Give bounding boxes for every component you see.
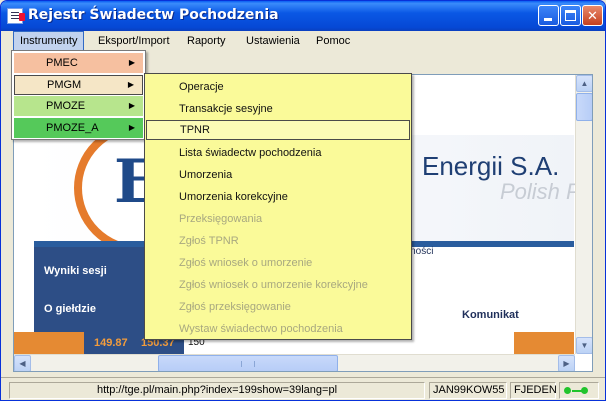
window-title: Rejestr Świadectw Pochodzenia <box>28 7 279 23</box>
menu-eksport-import[interactable]: Eksport/Import <box>92 31 176 51</box>
status-user-name: FJEDEN <box>510 382 557 399</box>
menu-pomoc[interactable]: Pomoc <box>310 31 356 51</box>
maximize-icon <box>565 10 576 21</box>
title-bar[interactable]: Rejestr Świadectw Pochodzenia ✕ <box>1 1 605 31</box>
submenu-arrow-icon: ▶ <box>128 58 135 67</box>
menu-raporty[interactable]: Raporty <box>181 31 232 51</box>
nav-wyniki-sesji[interactable]: Wyniki sesji <box>44 265 107 277</box>
close-icon: ✕ <box>587 8 598 23</box>
menu-item-pmgm[interactable]: PMGM ▶ <box>14 75 143 95</box>
company-name: Energii S.A. <box>422 151 560 181</box>
status-user-code: JAN99KOW55 <box>429 382 507 399</box>
menu-bar: Instrumenty Eksport/Import Raporty Ustaw… <box>1 31 605 51</box>
quote-strip-right <box>514 332 574 354</box>
menu-item-umorzenia-korekcyjne[interactable]: Umorzenia korekcyjne <box>146 187 410 207</box>
menu-item-transakcje-sesyjne[interactable]: Transakcje sesyjne <box>146 99 410 119</box>
quote-value: 149.87 <box>94 337 128 349</box>
menu-item-pmec[interactable]: PMEC ▶ <box>14 53 143 73</box>
menu-item-zglos-wniosek-korekcyjne: Zgłoś wniosek o umorzenie korekcyjne <box>179 279 368 291</box>
grip-icon <box>241 361 255 367</box>
menu-item-pmoze-a[interactable]: PMOZE_A ▶ <box>14 118 143 138</box>
minimize-button[interactable] <box>538 5 559 26</box>
komunikat-heading: Komunikat <box>462 309 519 321</box>
scroll-down-button[interactable]: ▼ <box>576 337 592 354</box>
menu-item-wystaw-swiadectwo: Wystaw świadectwo pochodzenia <box>179 323 343 335</box>
status-bar: http://tge.pl/main.php?index=199show=39l… <box>1 377 605 400</box>
menu-item-zglos-przeksiegowanie: Zgłoś przeksięgowanie <box>179 301 291 313</box>
app-icon <box>7 8 25 24</box>
submenu-arrow-icon: ▶ <box>127 80 134 89</box>
application-window: Rejestr Świadectw Pochodzenia ✕ Instrume… <box>0 0 606 401</box>
menu-item-umorzenia[interactable]: Umorzenia <box>146 165 410 185</box>
scroll-right-button[interactable]: ▶ <box>558 355 575 371</box>
vertical-scroll-thumb[interactable] <box>576 93 592 121</box>
menu-item-tpnr[interactable]: TPNR <box>146 120 410 140</box>
horizontal-scrollbar[interactable]: ◀ ▶ <box>14 354 575 371</box>
submenu-arrow-icon: ▶ <box>128 101 135 110</box>
scroll-left-button[interactable]: ◀ <box>14 355 31 371</box>
menu-item-label: PMOZE_A <box>46 122 99 134</box>
pmgm-submenu: Operacje Transakcje sesyjne TPNR Lista ś… <box>144 73 412 340</box>
company-subtitle: Polish P <box>500 179 581 204</box>
vertical-scrollbar[interactable]: ▲ ▼ <box>575 75 592 354</box>
menu-item-zglos-tpnr: Zgłoś TPNR <box>179 235 239 247</box>
close-button[interactable]: ✕ <box>582 5 603 26</box>
menu-item-pmoze[interactable]: PMOZE ▶ <box>14 96 143 116</box>
submenu-arrow-icon: ▶ <box>128 123 135 132</box>
menu-item-label: PMEC <box>46 57 78 69</box>
menu-item-operacje[interactable]: Operacje <box>146 77 410 97</box>
status-url: http://tge.pl/main.php?index=199show=39l… <box>9 382 425 399</box>
quote-strip-left <box>14 332 84 354</box>
menu-item-label: PMGM <box>47 79 82 91</box>
menu-item-lista-swiadectw[interactable]: Lista świadectw pochodzenia <box>146 143 410 163</box>
menu-item-przeksiegowania: Przeksięgowania <box>179 213 263 225</box>
menu-item-label: PMOZE <box>46 100 86 112</box>
menu-instrumenty[interactable]: Instrumenty <box>13 31 85 51</box>
scroll-up-button[interactable]: ▲ <box>576 75 592 92</box>
connection-led-icon <box>581 387 588 394</box>
menu-item-zglos-wniosek-umorzenie: Zgłoś wniosek o umorzenie <box>179 257 313 269</box>
nav-o-gieldzie[interactable]: O giełdzie <box>44 303 96 315</box>
status-connection <box>559 382 599 399</box>
instrumenty-dropdown: PMEC ▶ PMGM ▶ PMOZE ▶ PMOZE_A ▶ <box>11 50 146 140</box>
connection-led-icon <box>564 387 571 394</box>
horizontal-scroll-thumb[interactable] <box>158 355 338 371</box>
minimize-icon <box>544 18 552 21</box>
maximize-button[interactable] <box>560 5 581 26</box>
menu-ustawienia[interactable]: Ustawienia <box>240 31 306 51</box>
